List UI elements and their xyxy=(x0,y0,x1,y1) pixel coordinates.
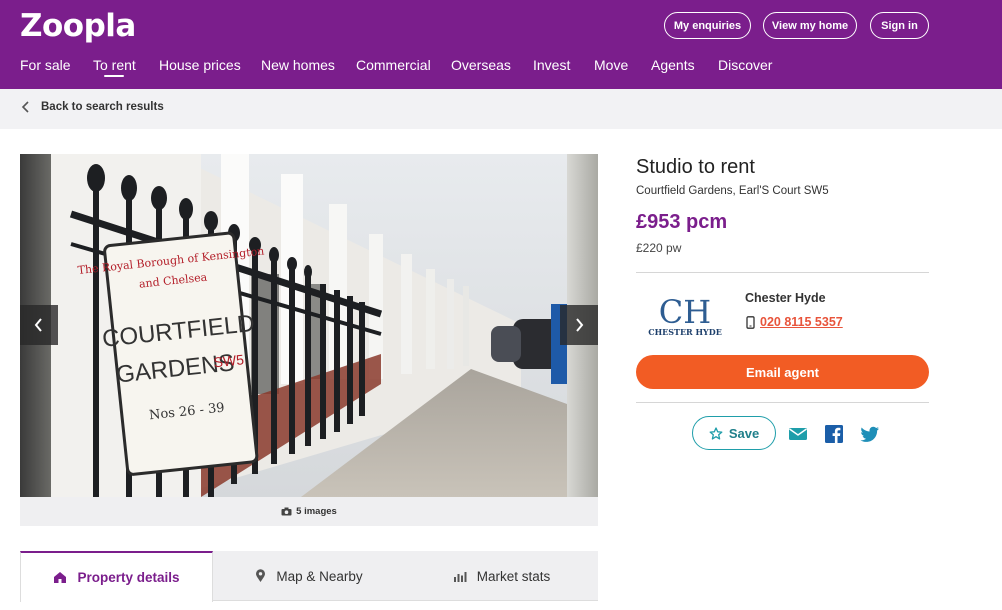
my-enquiries-button[interactable]: My enquiries xyxy=(664,12,751,39)
mobile-phone-icon xyxy=(746,315,755,329)
twitter-icon[interactable] xyxy=(860,424,880,444)
nav-move[interactable]: Move xyxy=(594,57,628,73)
save-button-label: Save xyxy=(728,425,760,441)
bar-chart-icon xyxy=(453,572,467,582)
image-count-bar[interactable]: 5 images xyxy=(20,497,598,526)
agent-phone[interactable]: 020 8115 5357 xyxy=(746,315,843,329)
sign-line-4-code: SW5 xyxy=(213,351,245,370)
nav-invest[interactable]: Invest xyxy=(533,57,570,73)
nav-agents[interactable]: Agents xyxy=(651,57,695,73)
camera-icon xyxy=(281,507,292,516)
back-to-search-link[interactable]: Back to search results xyxy=(41,101,164,113)
next-photo-button[interactable] xyxy=(560,305,598,345)
site-header: Zoopla My enquiries View my home Sign in… xyxy=(0,0,1002,89)
nav-overseas[interactable]: Overseas xyxy=(451,57,511,73)
divider xyxy=(636,402,929,403)
view-my-home-button[interactable]: View my home xyxy=(763,12,857,39)
listing-address: Courtfield Gardens, Earl'S Court SW5 xyxy=(636,185,829,197)
nav-commercial[interactable]: Commercial xyxy=(356,57,431,73)
photo-gallery: The Royal Borough of Kensington and Chel… xyxy=(20,154,598,497)
home-icon xyxy=(54,572,67,583)
chester-hyde-logo: CH CHESTER HYDE xyxy=(648,293,722,337)
property-photo-image: The Royal Borough of Kensington and Chel… xyxy=(51,154,567,497)
envelope-icon[interactable] xyxy=(788,424,808,444)
agent-phone-number[interactable]: 020 8115 5357 xyxy=(760,315,843,329)
breadcrumb: Back to search results xyxy=(0,89,1002,129)
nav-house-prices[interactable]: House prices xyxy=(159,57,241,73)
email-agent-button[interactable]: Email agent xyxy=(636,355,929,389)
star-icon xyxy=(709,426,723,440)
tab-map-nearby-label: Map & Nearby xyxy=(276,568,363,584)
svg-text:CH: CH xyxy=(659,293,711,331)
chevron-left-icon xyxy=(34,318,42,332)
svg-text:CHESTER HYDE: CHESTER HYDE xyxy=(648,327,722,337)
listing-title: Studio to rent xyxy=(636,156,755,178)
tab-market-stats[interactable]: Market stats xyxy=(405,551,598,601)
agent-name[interactable]: Chester Hyde xyxy=(745,291,826,305)
active-nav-indicator xyxy=(104,75,124,77)
listing-price-pcm: £953 pcm xyxy=(636,211,728,233)
listing-price-pw: £220 pw xyxy=(636,241,682,255)
facebook-icon[interactable] xyxy=(824,424,844,444)
sign-in-button[interactable]: Sign in xyxy=(870,12,929,39)
save-button[interactable]: Save xyxy=(692,416,776,450)
property-photo[interactable]: The Royal Borough of Kensington and Chel… xyxy=(51,154,567,497)
nav-new-homes[interactable]: New homes xyxy=(261,57,335,73)
property-tabs: Property details Map & Nearby Market sta… xyxy=(20,551,598,602)
chevron-right-icon xyxy=(576,318,584,332)
divider xyxy=(636,272,929,273)
nav-to-rent[interactable]: To rent xyxy=(93,57,136,73)
nav-discover[interactable]: Discover xyxy=(718,57,772,73)
tab-market-stats-label: Market stats xyxy=(476,568,551,584)
agent-logo[interactable]: CH CHESTER HYDE xyxy=(648,290,722,338)
map-pin-icon xyxy=(256,569,266,582)
tab-map-nearby[interactable]: Map & Nearby xyxy=(213,551,405,601)
zoopla-logo[interactable]: Zoopla xyxy=(20,8,136,44)
nav-for-sale[interactable]: For sale xyxy=(20,57,71,73)
tab-property-details-label: Property details xyxy=(77,570,180,585)
tab-property-details[interactable]: Property details xyxy=(20,551,213,602)
image-count-label: 5 images xyxy=(296,506,337,517)
chevron-left-icon[interactable] xyxy=(20,100,32,114)
previous-photo-button[interactable] xyxy=(20,305,58,345)
